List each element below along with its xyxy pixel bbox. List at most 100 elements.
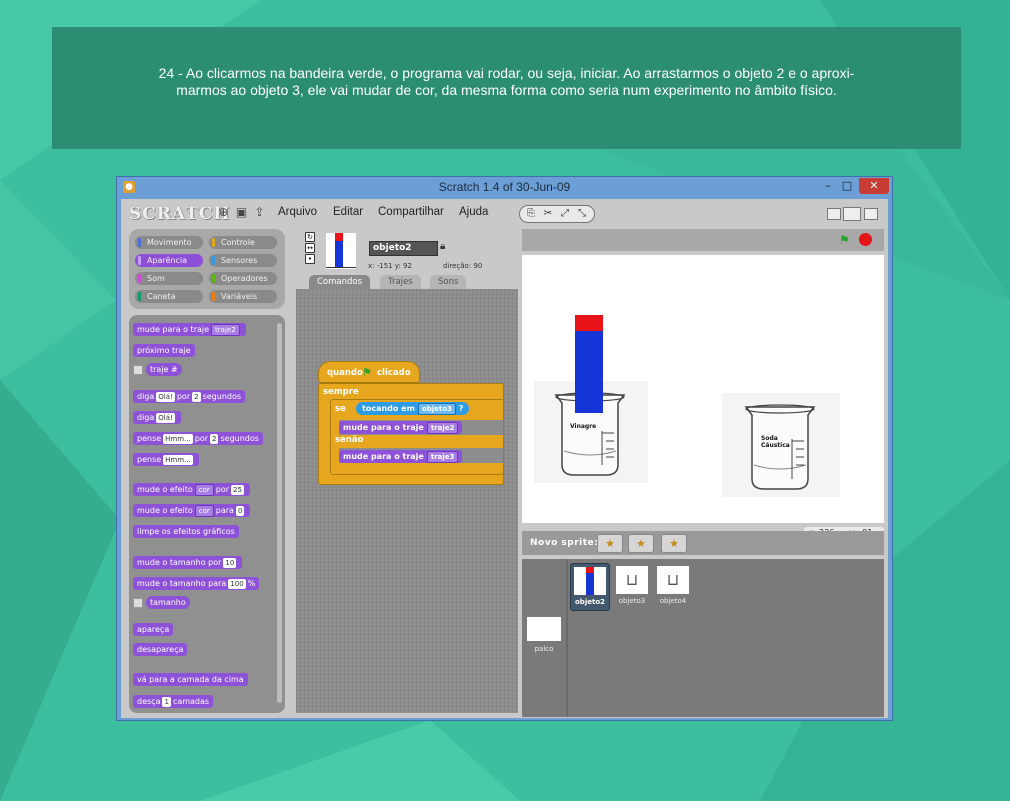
tab-comandos[interactable]: Comandos — [309, 275, 371, 289]
lock-icon[interactable]: 🔒︎ — [440, 241, 445, 252]
block-switch-costume[interactable]: mude para o traje traje2 — [133, 323, 246, 336]
effect-dropdown[interactable]: cor — [194, 505, 214, 517]
category-movimento[interactable]: Movimento — [135, 236, 203, 249]
category-som[interactable]: Som — [135, 272, 203, 285]
sprite-direction: direção: 90 — [443, 262, 483, 270]
costume-dropdown[interactable]: traje3 — [426, 451, 459, 463]
menu-editar[interactable]: Editar — [333, 206, 363, 218]
effect-dropdown[interactable]: cor — [194, 484, 214, 496]
sprite-objeto2-red[interactable] — [575, 315, 603, 331]
small-stage-icon[interactable] — [827, 208, 841, 220]
stamp-icon[interactable]: ⎘ — [523, 207, 539, 220]
block-say[interactable]: diga Olá! — [133, 411, 181, 424]
block-change-size[interactable]: mude o tamanho por 10 — [133, 556, 243, 569]
stop-icon[interactable] — [859, 233, 872, 246]
costume-number-checkbox[interactable] — [133, 365, 143, 375]
size-input[interactable]: 100 — [228, 579, 246, 589]
block-text: por — [215, 485, 230, 494]
normal-stage-icon[interactable] — [843, 207, 861, 221]
block-text: mude para o traje — [137, 325, 210, 334]
title-bar[interactable]: ● Scratch 1.4 of 30-Jun-09 – □ ✕ — [117, 177, 892, 199]
size-input[interactable]: 10 — [223, 558, 237, 568]
random-sprite-icon[interactable]: ★ — [661, 534, 687, 553]
block-hide[interactable]: desapareça — [133, 643, 188, 656]
say-text-input[interactable]: Olá! — [156, 413, 175, 423]
costume-dropdown[interactable]: traje2 — [211, 324, 240, 336]
touching-dropdown[interactable]: objeto3 — [417, 403, 456, 415]
block-go-to-front[interactable]: vá para a camada da cima — [133, 673, 248, 686]
minimize-button[interactable]: – — [821, 178, 835, 194]
block-touching[interactable]: tocando em objeto3 ? — [356, 402, 470, 415]
category-controle[interactable]: Controle — [209, 236, 277, 249]
seconds-input[interactable]: 2 — [192, 392, 201, 402]
sprite-item-objeto4[interactable]: ⊔ objeto4 — [654, 563, 692, 609]
sprite-item-objeto3[interactable]: ⊔ objeto3 — [613, 563, 651, 609]
scissors-icon[interactable]: ✂ — [540, 207, 556, 220]
choose-sprite-icon[interactable]: ★ — [628, 534, 654, 553]
category-aparencia[interactable]: Aparência — [135, 254, 203, 267]
block-text: desça — [137, 697, 161, 706]
category-sensores[interactable]: Sensores — [209, 254, 277, 267]
seconds-input[interactable]: 2 — [210, 434, 219, 444]
shrink-icon[interactable]: ⤡ — [574, 207, 590, 220]
share-icon[interactable]: ⇪ — [253, 206, 266, 219]
think-text-input[interactable]: Hmm... — [163, 434, 193, 444]
block-text: próximo traje — [137, 346, 191, 355]
menu-compartilhar[interactable]: Compartilhar — [378, 206, 444, 218]
menu-ajuda[interactable]: Ajuda — [459, 206, 488, 218]
block-switch-costume-2[interactable]: mude para o traje traje3 — [339, 450, 463, 463]
block-text: por — [176, 392, 191, 401]
size-checkbox[interactable] — [133, 598, 143, 608]
sprite-objeto2-blue[interactable] — [575, 331, 603, 413]
block-costume-number[interactable]: traje # — [146, 363, 182, 376]
block-show[interactable]: apareça — [133, 623, 174, 636]
costume-dropdown[interactable]: traje2 — [426, 422, 459, 434]
palette-scrollbar[interactable] — [277, 323, 282, 703]
sprite-item-objeto2[interactable]: objeto2 — [570, 563, 610, 611]
maximize-button[interactable]: □ — [840, 178, 854, 194]
menu-arquivo[interactable]: Arquivo — [278, 206, 317, 218]
scripts-area[interactable]: quando ⚑ clicado sempre se senão tocando… — [296, 289, 518, 713]
say-text-input[interactable]: Olá! — [156, 392, 175, 402]
block-set-effect[interactable]: mude o efeito cor para 0 — [133, 504, 251, 517]
block-next-costume[interactable]: próximo traje — [133, 344, 195, 357]
rotate-style-flip-icon[interactable]: ↔ — [305, 243, 315, 253]
tab-trajes[interactable]: Trajes — [380, 275, 421, 289]
tab-sons[interactable]: Sons — [430, 275, 467, 289]
close-button[interactable]: ✕ — [859, 178, 889, 194]
block-go-back-layers[interactable]: desça 1 camadas — [133, 695, 214, 708]
block-think[interactable]: pense Hmm... — [133, 453, 199, 466]
think-text-input[interactable]: Hmm... — [163, 455, 193, 465]
effect-value-input[interactable]: 25 — [231, 485, 244, 495]
block-set-size[interactable]: mude o tamanho para 100% — [133, 577, 260, 590]
stage-item-palco[interactable]: palco — [526, 617, 562, 657]
block-say-for[interactable]: diga Olá! por 2 segundos — [133, 390, 246, 403]
block-when-flag-clicked[interactable]: quando ⚑ clicado — [318, 361, 420, 383]
category-caneta[interactable]: Caneta — [135, 290, 203, 303]
stage-toolbar: ⚑ — [522, 229, 884, 251]
save-icon[interactable]: ▣ — [235, 206, 248, 219]
category-operadores[interactable]: Operadores — [209, 272, 277, 285]
rotate-style-none-icon[interactable]: • — [305, 254, 315, 264]
sprite-label: objeto2 — [575, 598, 605, 606]
new-sprite-label: Novo sprite: — [530, 538, 599, 548]
editor-tabs: Comandos Trajes Sons — [295, 275, 519, 289]
globe-icon[interactable]: ⊕ — [217, 206, 230, 219]
caption-box: 24 - Ao clicarmos na bandeira verde, o p… — [52, 27, 961, 149]
sprite-name-field[interactable]: objeto2 — [369, 241, 438, 256]
block-think-for[interactable]: pense Hmm... por 2 segundos — [133, 432, 263, 445]
stage[interactable]: Vinagre Soda Cáustica — [522, 255, 884, 523]
green-flag-icon[interactable]: ⚑ — [839, 233, 850, 247]
paint-sprite-icon[interactable]: ★ — [597, 534, 623, 553]
category-variaveis[interactable]: Variáveis — [209, 290, 277, 303]
presentation-mode-icon[interactable] — [864, 208, 878, 220]
block-text: limpe os efeitos gráficos — [137, 527, 235, 536]
block-change-effect[interactable]: mude o efeito cor por 25 — [133, 483, 250, 496]
block-switch-costume-1[interactable]: mude para o traje traje2 — [339, 421, 463, 434]
rotate-style-full-icon[interactable]: ↻ — [305, 232, 315, 242]
block-size[interactable]: tamanho — [146, 596, 190, 609]
grow-icon[interactable]: ⤢ — [557, 207, 573, 220]
layers-input[interactable]: 1 — [162, 697, 171, 707]
effect-value-input[interactable]: 0 — [235, 506, 245, 516]
block-clear-effects[interactable]: limpe os efeitos gráficos — [133, 525, 239, 538]
